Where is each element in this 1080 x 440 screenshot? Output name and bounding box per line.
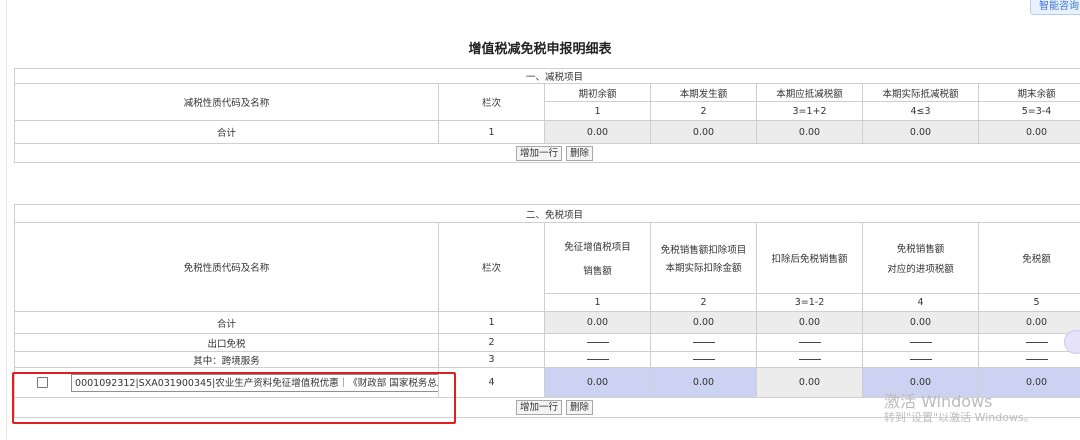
reduction-actions-row: 增加一行 删除 <box>13 143 1080 163</box>
exemption-section-title: 二、免税项目 <box>13 204 1080 223</box>
exemption-add-row-button[interactable]: 增加一行 <box>516 400 563 415</box>
exemption-col-code: 1 <box>544 293 651 312</box>
dash-mark <box>798 342 821 343</box>
export-exempt-label: 出口免税 <box>14 333 439 352</box>
dash-mark <box>798 359 821 360</box>
col-header-line: 本期实际扣除金额 <box>665 263 742 274</box>
dash-mark <box>586 342 609 343</box>
exemption-col-code: 5 <box>977 293 1080 312</box>
dash-mark <box>692 342 715 343</box>
reduction-section-title: 一、减税项目 <box>13 68 1080 84</box>
empty-dash-cell <box>862 351 979 368</box>
exemption-col-header: 免税额 <box>977 222 1080 294</box>
exemption-col-code: 3=1-2 <box>756 293 863 312</box>
col-header-line: 免征增值税项目 <box>564 242 631 253</box>
page-title: 增值税减免税申报明细表 <box>468 42 612 57</box>
exemption-col-header: 免征增值税项目 销售额 <box>544 222 651 294</box>
reduction-total-line: 1 <box>438 120 545 144</box>
reduction-col-code: 4≤3 <box>862 101 979 121</box>
empty-dash-cell <box>862 333 979 352</box>
exemption-total-value: 0.00 <box>756 311 863 334</box>
highlight-box <box>12 372 456 424</box>
exemption-total-value: 0.00 <box>650 311 757 334</box>
reduction-total-value: 0.00 <box>862 120 979 144</box>
reduction-table: 一、减税项目 减税性质代码及名称 栏次 期初余额 本期发生额 本期应抵减税额 本… <box>13 68 1080 163</box>
exemption-delete-button[interactable]: 删除 <box>566 400 594 415</box>
empty-dash-cell <box>756 333 863 352</box>
exemption-total-line: 1 <box>438 311 545 334</box>
dash-mark <box>586 359 609 360</box>
reduction-col-header: 本期发生额 <box>650 83 757 102</box>
reduction-col-header: 本期实际抵减税额 <box>862 83 979 102</box>
reduction-code-name-header: 减税性质代码及名称 <box>14 83 439 121</box>
empty-dash-cell <box>650 351 757 368</box>
detail-value-input[interactable]: 0.00 <box>544 367 651 398</box>
reduction-col-header: 本期应抵减税额 <box>756 83 863 102</box>
reduction-col-header: 期末余额 <box>977 83 1080 102</box>
exemption-total-label: 合计 <box>14 311 439 334</box>
reduction-col-header: 期初余额 <box>544 83 651 102</box>
empty-dash-cell <box>756 351 863 368</box>
smart-consult-button[interactable]: 智能咨询 <box>1030 0 1080 15</box>
reduction-line-header: 栏次 <box>438 83 545 121</box>
dash-mark <box>909 342 932 343</box>
col-header-line: 免税销售额 <box>896 244 945 255</box>
reduction-add-row-button[interactable]: 增加一行 <box>516 145 563 161</box>
reduction-col-code: 3=1+2 <box>756 101 863 121</box>
dash-mark <box>1025 342 1048 343</box>
col-header-line: 销售额 <box>583 266 612 277</box>
reduction-total-value: 0.00 <box>756 120 863 144</box>
reduction-total-value: 0.00 <box>544 120 651 144</box>
col-header-line: 对应的进项税额 <box>887 264 954 275</box>
exemption-col-code: 4 <box>862 293 979 312</box>
exemption-total-value: 0.00 <box>544 311 651 334</box>
export-exempt-line: 2 <box>438 333 545 352</box>
reduction-total-value: 0.00 <box>650 120 757 144</box>
dash-mark <box>692 359 715 360</box>
left-border-line <box>6 0 7 440</box>
reduction-delete-button[interactable]: 删除 <box>566 145 594 161</box>
exemption-col-header: 免税销售额扣除项目 本期实际扣除金额 <box>650 222 757 294</box>
exemption-code-name-header: 免税性质代码及名称 <box>14 222 439 312</box>
exemption-total-value: 0.00 <box>862 311 979 334</box>
windows-watermark-subtitle: 转到"设置"以激活 Windows。 <box>884 411 1035 424</box>
detail-value-input[interactable]: 0.00 <box>650 367 757 398</box>
cross-border-label: 其中：跨境服务 <box>14 351 439 368</box>
dash-mark <box>1025 359 1048 360</box>
detail-value-input[interactable]: 0.00 <box>977 367 1080 398</box>
exemption-col-header: 扣除后免税销售额 <box>756 222 863 294</box>
exemption-line-header: 栏次 <box>438 222 545 312</box>
dash-mark <box>909 359 932 360</box>
reduction-col-code: 2 <box>650 101 757 121</box>
reduction-col-code: 1 <box>544 101 651 121</box>
empty-dash-cell <box>544 333 651 352</box>
reduction-total-label: 合计 <box>14 120 439 144</box>
empty-dash-cell <box>650 333 757 352</box>
exemption-total-value: 0.00 <box>977 311 1080 334</box>
reduction-total-value: 0.00 <box>977 120 1080 144</box>
col-header-line: 免税销售额扣除项目 <box>660 245 747 256</box>
reduction-col-code: 5=3-4 <box>977 101 1080 121</box>
empty-dash-cell <box>544 351 651 368</box>
cross-border-line: 3 <box>438 351 545 368</box>
detail-value: 0.00 <box>756 367 863 398</box>
exemption-col-code: 2 <box>650 293 757 312</box>
empty-dash-cell <box>977 351 1080 368</box>
exemption-col-header: 免税销售额对应的进项税额 <box>862 222 979 294</box>
